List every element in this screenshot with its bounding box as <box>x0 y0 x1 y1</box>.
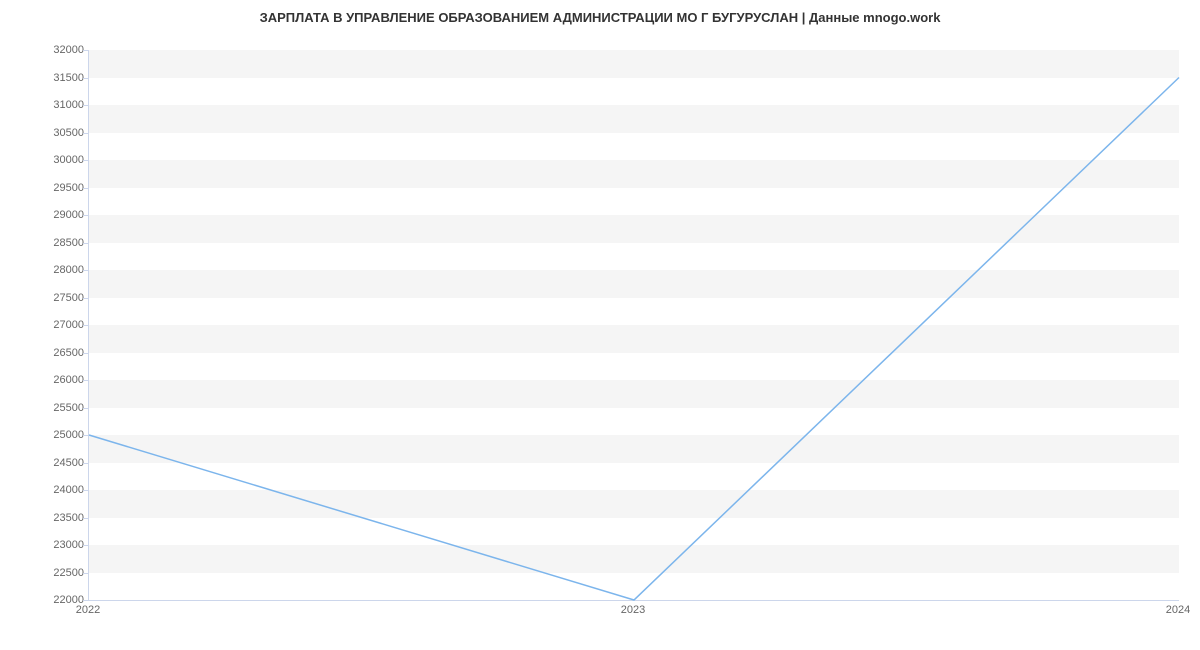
x-tick-label: 2023 <box>621 604 645 616</box>
y-tick <box>83 78 88 79</box>
y-tick <box>83 160 88 161</box>
y-tick-label: 32000 <box>4 44 84 56</box>
y-tick-label: 30000 <box>4 154 84 166</box>
y-tick <box>83 298 88 299</box>
data-line <box>89 78 1179 601</box>
y-tick <box>83 50 88 51</box>
y-tick <box>83 573 88 574</box>
y-tick <box>83 408 88 409</box>
y-tick <box>83 435 88 436</box>
y-tick-label: 30500 <box>4 127 84 139</box>
y-tick <box>83 325 88 326</box>
y-tick <box>83 270 88 271</box>
y-tick <box>83 600 88 601</box>
y-tick <box>83 215 88 216</box>
y-tick-label: 26500 <box>4 347 84 359</box>
y-tick <box>83 463 88 464</box>
y-tick <box>83 380 88 381</box>
y-tick-label: 24500 <box>4 457 84 469</box>
y-tick <box>83 353 88 354</box>
y-tick-label: 28000 <box>4 264 84 276</box>
y-tick-label: 27500 <box>4 292 84 304</box>
y-tick-label: 27000 <box>4 319 84 331</box>
y-tick-label: 26000 <box>4 374 84 386</box>
y-tick <box>83 105 88 106</box>
y-tick-label: 31000 <box>4 99 84 111</box>
y-tick <box>83 133 88 134</box>
x-tick-label: 2022 <box>76 604 100 616</box>
y-tick-label: 25500 <box>4 402 84 414</box>
y-tick-label: 29000 <box>4 209 84 221</box>
y-tick <box>83 188 88 189</box>
plot-area <box>88 50 1179 601</box>
y-tick-label: 25000 <box>4 429 84 441</box>
y-tick <box>83 490 88 491</box>
y-tick <box>83 518 88 519</box>
y-tick-label: 29500 <box>4 182 84 194</box>
x-tick-label: 2024 <box>1166 604 1190 616</box>
y-tick-label: 23500 <box>4 512 84 524</box>
y-tick <box>83 243 88 244</box>
y-tick-label: 22000 <box>4 594 84 606</box>
y-tick-label: 31500 <box>4 72 84 84</box>
y-tick-label: 22500 <box>4 567 84 579</box>
line-chart: ЗАРПЛАТА В УПРАВЛЕНИЕ ОБРАЗОВАНИЕМ АДМИН… <box>0 0 1200 650</box>
y-tick <box>83 545 88 546</box>
y-tick-label: 28500 <box>4 237 84 249</box>
chart-title: ЗАРПЛАТА В УПРАВЛЕНИЕ ОБРАЗОВАНИЕМ АДМИН… <box>0 10 1200 25</box>
y-tick-label: 24000 <box>4 484 84 496</box>
y-tick-label: 23000 <box>4 539 84 551</box>
